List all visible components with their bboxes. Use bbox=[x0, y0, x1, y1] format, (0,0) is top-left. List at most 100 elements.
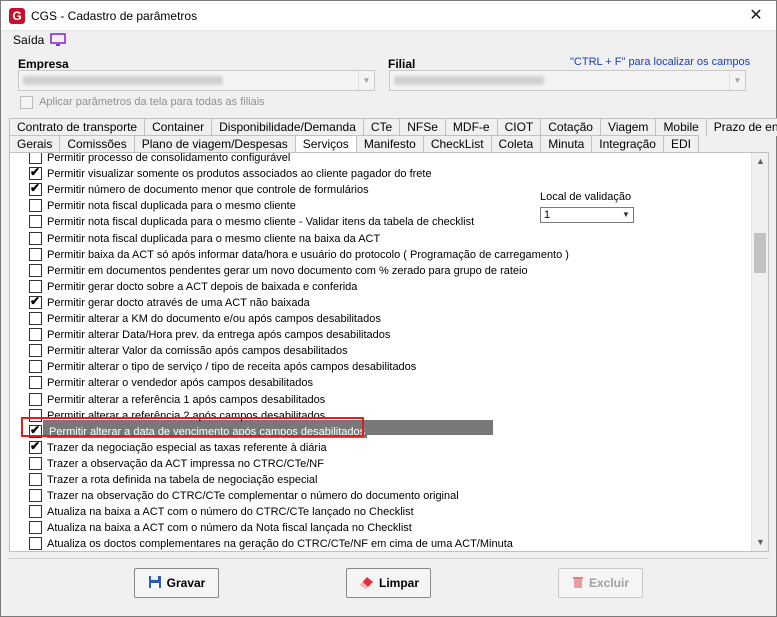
parameter-label: Trazer na observação do CTRC/CTe complem… bbox=[47, 490, 459, 502]
tab-row2-2[interactable]: Plano de viagem/Despesas bbox=[134, 135, 296, 153]
monitor-icon[interactable] bbox=[50, 33, 66, 50]
parameter-item[interactable]: Permitir gerar docto sobre a ACT depois … bbox=[29, 279, 357, 295]
parameter-item[interactable]: Permitir alterar a referência 1 após cam… bbox=[29, 392, 325, 408]
parameter-item[interactable]: Permitir alterar Data/Hora prev. da entr… bbox=[29, 327, 390, 343]
tab-row1-3[interactable]: CTe bbox=[363, 118, 401, 136]
chevron-down-icon[interactable]: ▼ bbox=[729, 71, 745, 90]
eraser-icon bbox=[358, 575, 374, 592]
parameter-checkbox[interactable]: ✔ bbox=[29, 181, 42, 196]
tab-row2-5[interactable]: CheckList bbox=[423, 135, 492, 153]
apply-all-checkbox[interactable] bbox=[20, 96, 33, 109]
find-hint: "CTRL + F" para localizar os campos bbox=[570, 56, 751, 68]
tab-row2-0[interactable]: Gerais bbox=[9, 135, 61, 153]
parameter-label: Permitir visualizar somente os produtos … bbox=[47, 168, 432, 180]
parameter-list: Permitir processo de consolidamento conf… bbox=[10, 153, 751, 551]
parameter-checkbox[interactable] bbox=[29, 198, 42, 212]
menu-saida[interactable]: Saída bbox=[13, 33, 44, 47]
parameter-checkbox[interactable] bbox=[29, 536, 42, 550]
parameter-item[interactable]: ✔ Permitir visualizar somente os produtos… bbox=[29, 164, 432, 182]
tab-row2-7[interactable]: Minuta bbox=[541, 135, 593, 153]
parameter-item[interactable]: Permitir alterar Valor da comissão após … bbox=[29, 343, 348, 359]
parameter-item[interactable]: Permitir nota fiscal duplicada para o me… bbox=[29, 198, 296, 214]
tab-row1-9[interactable]: Mobile bbox=[656, 118, 707, 136]
parameter-item[interactable]: ✔ Trazer da negociação especial as taxas … bbox=[29, 439, 327, 456]
chevron-down-icon[interactable]: ▼ bbox=[358, 71, 374, 90]
tab-row2-4[interactable]: Manifesto bbox=[356, 135, 424, 153]
parameter-label: Permitir alterar o tipo de serviço / tip… bbox=[47, 361, 417, 373]
parameter-checkbox[interactable] bbox=[29, 231, 42, 245]
close-button[interactable]: ✕ bbox=[746, 6, 766, 26]
parameter-checkbox[interactable] bbox=[29, 456, 42, 470]
parameter-checkbox[interactable] bbox=[29, 214, 42, 228]
parameter-item[interactable]: Permitir nota fiscal duplicada para o me… bbox=[29, 231, 380, 247]
clear-button[interactable]: Limpar bbox=[346, 568, 431, 598]
tab-row1-0[interactable]: Contrato de transporte bbox=[9, 118, 146, 136]
tab-row2-6[interactable]: Coleta bbox=[491, 135, 542, 153]
empresa-select[interactable]: ▼ bbox=[18, 70, 375, 91]
checkmark-icon: ✔ bbox=[30, 293, 41, 308]
parameter-checkbox[interactable] bbox=[29, 247, 42, 261]
parameter-checkbox[interactable] bbox=[29, 153, 42, 164]
save-button[interactable]: Gravar bbox=[134, 568, 219, 598]
parameter-checkbox[interactable] bbox=[29, 504, 42, 518]
parameter-item[interactable]: Trazer a observação da ACT impressa no C… bbox=[29, 456, 324, 472]
parameter-item[interactable]: Atualiza na baixa a ACT com o número do … bbox=[29, 504, 414, 520]
tab-row2-9[interactable]: EDI bbox=[663, 135, 699, 153]
scroll-up-icon[interactable]: ▲ bbox=[752, 153, 769, 170]
tab-row2-8[interactable]: Integração bbox=[592, 135, 664, 153]
parameter-item[interactable]: Trazer na observação do CTRC/CTe complem… bbox=[29, 488, 459, 504]
tab-row1-10[interactable]: Prazo de entrega bbox=[706, 118, 777, 136]
parameter-checkbox[interactable] bbox=[29, 359, 42, 373]
parameter-checkbox[interactable] bbox=[29, 488, 42, 502]
parameter-checkbox[interactable] bbox=[29, 520, 42, 534]
tab-row1-4[interactable]: NFSe bbox=[400, 118, 446, 136]
tab-row1-7[interactable]: Cotação bbox=[541, 118, 601, 136]
parameter-checkbox[interactable]: ✔ bbox=[29, 439, 42, 454]
checkmark-icon: ✔ bbox=[30, 164, 41, 179]
scroll-down-icon[interactable]: ▼ bbox=[752, 534, 769, 551]
tab-row2-3[interactable]: Serviços bbox=[295, 135, 357, 153]
parameter-checkbox[interactable] bbox=[29, 472, 42, 486]
title-bar: G CGS - Cadastro de parâmetros ✕ bbox=[1, 1, 776, 31]
scroll-thumb[interactable] bbox=[754, 233, 766, 273]
tab-row1-1[interactable]: Container bbox=[145, 118, 213, 136]
parameter-checkbox[interactable] bbox=[29, 375, 42, 389]
tab-row1-8[interactable]: Viagem bbox=[600, 118, 657, 136]
tab-row1-6[interactable]: CIOT bbox=[497, 118, 542, 136]
parameter-checkbox[interactable] bbox=[29, 327, 42, 341]
tab-row1-2[interactable]: Disponibilidade/Demanda bbox=[212, 118, 364, 136]
filial-select[interactable]: ▼ bbox=[389, 70, 746, 91]
parameter-item[interactable]: Atualiza na baixa a ACT com o número da … bbox=[29, 520, 412, 536]
parameter-checkbox[interactable] bbox=[29, 279, 42, 293]
apply-all-label: Aplicar parâmetros da tela para todas as… bbox=[39, 96, 265, 109]
apply-all-row[interactable]: Aplicar parâmetros da tela para todas as… bbox=[20, 96, 265, 109]
vertical-scrollbar[interactable]: ▲ ▼ bbox=[751, 153, 768, 551]
parameter-item[interactable]: Permitir em documentos pendentes gerar u… bbox=[29, 263, 528, 279]
tab-row2-1[interactable]: Comissões bbox=[60, 135, 135, 153]
parameter-item[interactable]: Permitir baixa da ACT só após informar d… bbox=[29, 247, 569, 263]
parameter-item[interactable]: ✔ Permitir número de documento menor que … bbox=[29, 181, 369, 198]
parameter-item[interactable]: Permitir processo de consolidamento conf… bbox=[29, 153, 290, 166]
parameter-item[interactable]: Permitir nota fiscal duplicada para o me… bbox=[29, 214, 474, 230]
local-validacao-select[interactable]: 1 ▼ bbox=[540, 207, 634, 223]
parameter-item[interactable]: ✔ Permitir gerar docto através de uma ACT… bbox=[29, 293, 310, 311]
app-logo-icon: G bbox=[9, 8, 25, 24]
clear-button-label: Limpar bbox=[378, 576, 419, 590]
chevron-down-icon[interactable]: ▼ bbox=[619, 208, 633, 222]
delete-button[interactable]: Excluir bbox=[558, 568, 643, 598]
parameter-checkbox[interactable] bbox=[29, 311, 42, 325]
footer-divider bbox=[9, 558, 769, 559]
parameter-checkbox[interactable]: ✔ bbox=[29, 293, 42, 309]
parameter-item[interactable]: Permitir alterar o vendedor após campos … bbox=[29, 375, 313, 391]
parameter-checkbox[interactable]: ✔ bbox=[29, 164, 42, 180]
empresa-label: Empresa bbox=[18, 57, 69, 71]
parameter-item[interactable]: Atualiza os doctos complementares na ger… bbox=[29, 536, 513, 551]
parameter-item[interactable]: Permitir alterar a KM do documento e/ou … bbox=[29, 311, 381, 327]
parameter-item[interactable]: Trazer a rota definida na tabela de nego… bbox=[29, 472, 318, 488]
parameter-checkbox[interactable] bbox=[29, 263, 42, 277]
tab-row1-5[interactable]: MDF-e bbox=[445, 118, 498, 136]
parameter-checkbox[interactable] bbox=[29, 392, 42, 406]
parameter-label: Permitir alterar Valor da comissão após … bbox=[47, 345, 348, 357]
parameter-item[interactable]: Permitir alterar o tipo de serviço / tip… bbox=[29, 359, 416, 375]
parameter-checkbox[interactable] bbox=[29, 343, 42, 357]
